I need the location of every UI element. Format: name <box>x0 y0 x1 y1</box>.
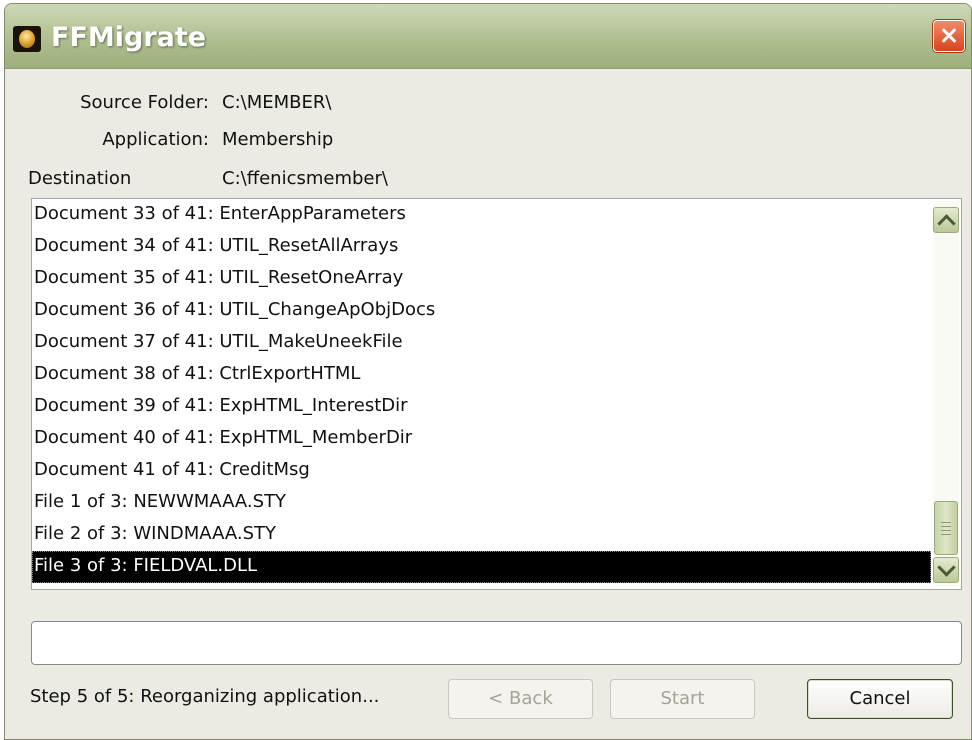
list-item[interactable]: Document 41 of 41: CreditMsg <box>32 455 931 487</box>
list-item-selected[interactable]: File 3 of 3: FIELDVAL.DLL <box>32 551 931 583</box>
list-item[interactable]: Document 36 of 41: UTIL_ChangeApObjDocs <box>32 295 931 327</box>
cancel-button[interactable]: Cancel <box>807 679 953 719</box>
window-title: FFMigrate <box>51 22 207 53</box>
title-bar[interactable]: FFMigrate <box>5 4 971 69</box>
list-item[interactable]: File 1 of 3: NEWWMAAA.STY <box>32 487 931 519</box>
vertical-scrollbar[interactable] <box>933 201 959 587</box>
source-folder-label: Source Folder: <box>80 92 209 113</box>
list-item[interactable]: Document 37 of 41: UTIL_MakeUneekFile <box>32 327 931 359</box>
back-button[interactable]: < Back <box>448 679 593 719</box>
progress-bar <box>31 621 962 665</box>
scroll-thumb[interactable] <box>934 501 958 555</box>
status-text: Step 5 of 5: Reorganizing application... <box>30 686 380 707</box>
source-folder-value: C:\MEMBER\ <box>222 92 332 113</box>
list-item[interactable]: Document 33 of 41: EnterAppParameters <box>32 199 931 231</box>
application-label: Application: <box>102 129 209 150</box>
scroll-down-icon[interactable] <box>933 557 959 583</box>
destination-value: C:\ffenicsmember\ <box>222 168 388 189</box>
migrate-dialog: FFMigrate Source Folder: C:\MEMBER\ Appl… <box>4 3 972 740</box>
close-icon[interactable] <box>933 20 965 52</box>
app-orb-icon[interactable] <box>13 26 41 52</box>
list-item[interactable]: Document 40 of 41: ExpHTML_MemberDir <box>32 423 931 455</box>
destination-label: Destination <box>28 168 132 189</box>
list-item[interactable]: Document 39 of 41: ExpHTML_InterestDir <box>32 391 931 423</box>
list-item[interactable]: Document 34 of 41: UTIL_ResetAllArrays <box>32 231 931 263</box>
migration-log-list[interactable]: Document 33 of 41: EnterAppParameters Do… <box>31 198 962 590</box>
list-item[interactable]: File 2 of 3: WINDMAAA.STY <box>32 519 931 551</box>
scroll-up-icon[interactable] <box>933 207 959 233</box>
application-value: Membership <box>222 129 334 150</box>
list-item[interactable]: Document 38 of 41: CtrlExportHTML <box>32 359 931 391</box>
start-button[interactable]: Start <box>610 679 755 719</box>
list-item[interactable]: Document 35 of 41: UTIL_ResetOneArray <box>32 263 931 295</box>
